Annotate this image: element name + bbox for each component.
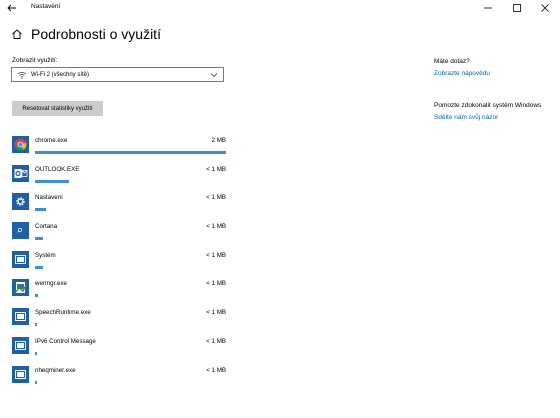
app-usage-amount: < 1 MB <box>206 194 226 202</box>
usage-bar <box>35 151 226 154</box>
app-usage-amount: 2 MB <box>211 137 226 144</box>
app-usage-row[interactable]: IPv6 Control Message < 1 MB <box>12 335 226 364</box>
usage-filter-label: Zobrazit využití: <box>12 57 58 64</box>
app-usage-row[interactable]: chrome.exe 2 MB <box>12 134 226 163</box>
minimize-icon <box>484 7 492 9</box>
app-usage-row[interactable]: SpeechRuntime.exe < 1 MB <box>12 306 226 335</box>
app-usage-amount: < 1 MB <box>206 337 226 345</box>
app-name: chrome.exe <box>35 137 68 144</box>
app-usage-amount: < 1 MB <box>206 280 226 288</box>
close-icon <box>541 4 549 12</box>
gear-icon <box>12 193 29 211</box>
app-name: OUTLOOK.EXE <box>35 165 80 173</box>
chrome-icon <box>12 136 29 153</box>
network-select[interactable]: Wi-Fi 2 (všechny sítě) <box>11 67 224 82</box>
wermgr-icon <box>12 279 29 297</box>
app-usage-row[interactable]: Nastavení < 1 MB <box>12 191 226 220</box>
page-title: Podrobnosti o využití <box>31 26 161 42</box>
home-button[interactable] <box>10 27 24 41</box>
usage-bar-track <box>35 294 226 298</box>
improve-heading: Pomozte zdokonalit systém Windows <box>434 102 542 109</box>
back-arrow-icon <box>7 4 16 12</box>
app-usage-row[interactable]: wermgr.exe < 1 MB <box>12 277 226 306</box>
app-usage-row[interactable]: OUTLOOK.EXE < 1 MB <box>12 163 226 192</box>
app-name: SpeechRuntime.exe <box>35 309 91 317</box>
app-name: Cortana <box>35 223 58 231</box>
usage-bar-track <box>35 151 226 154</box>
app-name: nheqminer.exe <box>35 366 76 374</box>
usage-bar-track <box>35 237 226 241</box>
app-usage-row[interactable]: Cortana < 1 MB <box>12 220 226 249</box>
network-select-value: Wi-Fi 2 (všechny sítě) <box>31 72 90 78</box>
feedback-link[interactable]: Sdělte nám svůj názor <box>434 114 498 121</box>
usage-bar-track <box>35 380 226 384</box>
app-window-icon <box>12 308 29 326</box>
app-usage-row[interactable]: nheqminer.exe < 1 MB <box>12 364 226 393</box>
usage-bar <box>35 208 46 212</box>
usage-bar <box>35 323 37 327</box>
usage-bar <box>35 265 43 269</box>
app-usage-list: chrome.exe 2 MB OUTLOOK.EXE < 1 MB Nastavení… <box>12 134 226 392</box>
help-link[interactable]: Zobrazte nápovědu <box>434 70 490 77</box>
usage-bar <box>35 380 37 384</box>
close-button[interactable] <box>531 0 560 16</box>
maximize-icon <box>513 4 521 12</box>
app-window-icon <box>12 336 29 354</box>
app-usage-row[interactable]: Systém < 1 MB <box>12 249 226 278</box>
question-heading: Máte dotaz? <box>434 58 470 65</box>
usage-bar <box>35 351 37 355</box>
usage-bar-track <box>35 323 226 327</box>
app-usage-amount: < 1 MB <box>206 309 226 317</box>
app-name: Systém <box>35 251 56 259</box>
reset-usage-button[interactable]: Resetovat statistiky využití <box>12 101 103 116</box>
system-window-icon <box>12 250 29 268</box>
usage-bar-track <box>35 265 226 269</box>
wifi-icon <box>17 71 27 79</box>
home-icon <box>12 29 22 39</box>
usage-bar <box>35 237 43 241</box>
usage-bar-track <box>35 179 226 183</box>
app-usage-amount: < 1 MB <box>206 366 226 374</box>
app-window-icon <box>12 365 29 383</box>
usage-bar <box>35 179 69 183</box>
maximize-button[interactable] <box>503 0 532 16</box>
back-button[interactable] <box>4 1 20 15</box>
usage-bar-track <box>35 208 226 212</box>
window-title: Nastavení <box>31 3 61 10</box>
app-name: wermgr.exe <box>35 280 67 288</box>
app-name: IPv6 Control Message <box>35 337 96 345</box>
title-bar: Nastavení <box>0 0 560 17</box>
usage-bar-track <box>35 351 226 355</box>
cortana-icon <box>12 222 29 240</box>
app-usage-amount: < 1 MB <box>206 223 226 231</box>
chevron-down-icon <box>210 73 218 78</box>
app-usage-amount: < 1 MB <box>206 165 226 173</box>
app-name: Nastavení <box>35 194 63 202</box>
app-usage-amount: < 1 MB <box>206 251 226 259</box>
outlook-icon <box>12 164 29 182</box>
usage-bar <box>35 294 38 298</box>
minimize-button[interactable] <box>474 0 503 16</box>
